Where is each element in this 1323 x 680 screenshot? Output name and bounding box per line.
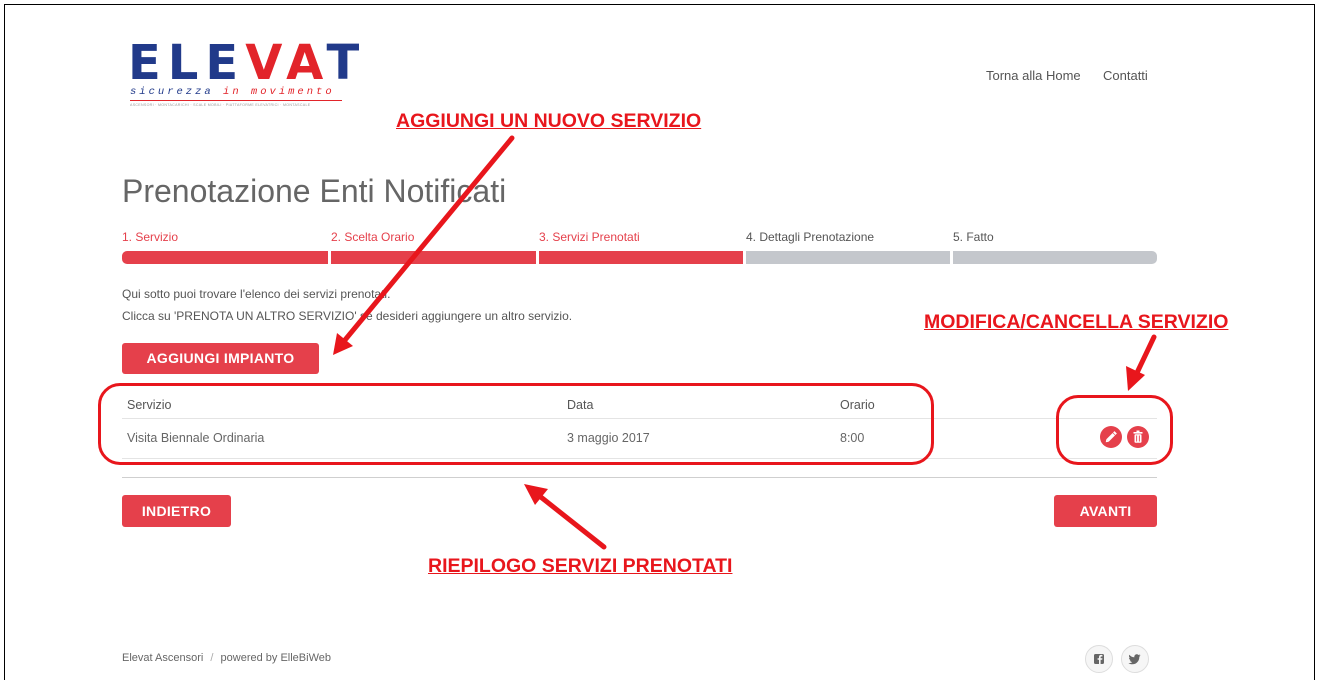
arrow-to-table	[534, 491, 607, 550]
arrow-to-icons	[1132, 334, 1157, 380]
annotation-arrows	[333, 135, 1157, 550]
arrow-to-add-button	[337, 135, 515, 349]
arrowhead-icons	[1126, 366, 1145, 391]
